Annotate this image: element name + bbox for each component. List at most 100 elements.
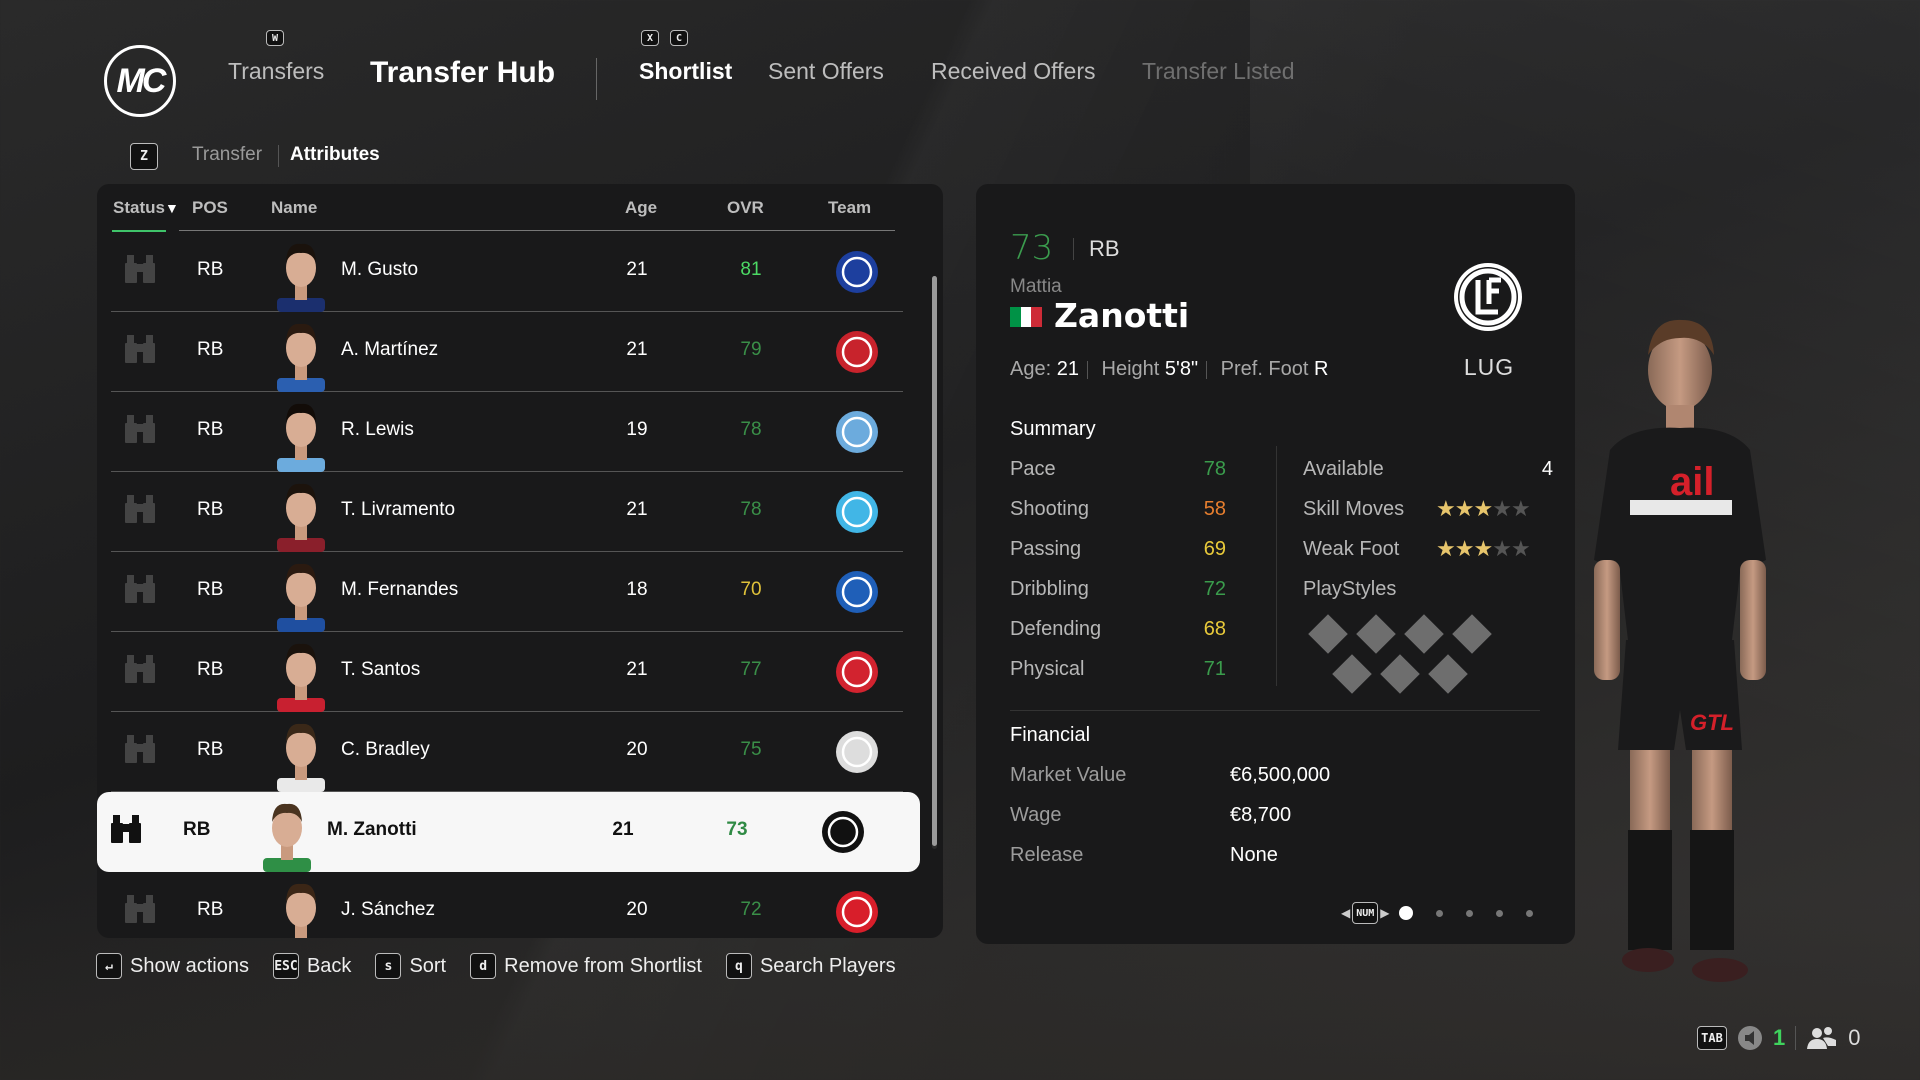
tab-received-offers[interactable]: Received Offers <box>931 58 1095 85</box>
attr-label: Physical <box>1010 658 1085 680</box>
col-age[interactable]: Age <box>625 198 657 218</box>
subnav-attributes[interactable]: Attributes <box>290 144 380 166</box>
attr-label: Passing <box>1010 538 1082 560</box>
page-dot[interactable] <box>1436 909 1444 917</box>
summary-title: Summary <box>1010 418 1096 440</box>
col-team[interactable]: Team <box>828 198 871 218</box>
page-indicator: ◀ NUM ▶ <box>1341 902 1534 924</box>
table-row[interactable]: RB M. Zanotti 21 73 <box>97 792 920 872</box>
player-3d-render: ail GTL <box>1594 319 1766 982</box>
tab-shortlist[interactable]: Shortlist <box>639 58 732 85</box>
action-search-players[interactable]: q Search Players <box>725 953 896 979</box>
table-row[interactable]: RB J. Sánchez 20 72 <box>111 872 903 938</box>
tab-key[interactable]: TAB <box>1697 1026 1727 1050</box>
tab-prev-key: X <box>641 30 659 46</box>
row-ovr: 70 <box>740 579 762 600</box>
star-empty-icon: ★ <box>1492 496 1512 521</box>
subnav-transfer[interactable]: Transfer <box>192 144 262 166</box>
attr-label: Defending <box>1010 618 1102 640</box>
action-show-actions[interactable]: ↵ Show actions <box>96 953 249 979</box>
shortlist-panel: Status▼ POS Name Age OVR Team RB M. Gust… <box>97 184 943 938</box>
row-ovr: 81 <box>740 259 762 280</box>
pager-right-icon[interactable]: ▶ <box>1380 906 1389 920</box>
binoculars-icon <box>125 895 155 923</box>
player-last-name: Zanotti <box>1054 296 1190 335</box>
nav-transfers[interactable]: Transfers <box>228 58 324 85</box>
row-ovr: 73 <box>726 819 748 840</box>
row-player-name: R. Lewis <box>341 419 414 440</box>
col-status[interactable]: Status▼ <box>113 198 179 218</box>
playstyle-slot-icon <box>1308 614 1348 654</box>
table-row[interactable]: RB A. Martínez 21 79 <box>111 312 903 392</box>
sort-indicator-icon: ▼ <box>164 200 179 216</box>
page-dot[interactable] <box>1399 906 1414 920</box>
player-portrait <box>277 643 325 712</box>
svg-text:ail: ail <box>1670 460 1714 504</box>
action-back[interactable]: ESC Back <box>272 953 351 979</box>
financial-title: Financial <box>1010 724 1091 746</box>
pager-left-icon[interactable]: ◀ <box>1341 906 1350 920</box>
chelsea-crest-icon <box>836 251 878 293</box>
binoculars-icon <box>125 495 155 523</box>
table-row[interactable]: RB M. Fernandes 18 70 <box>111 552 903 632</box>
player-ovr: 73 <box>1010 228 1054 268</box>
action-label: Search Players <box>759 954 896 977</box>
page-dot[interactable] <box>1496 909 1504 917</box>
row-player-name: M. Gusto <box>341 259 419 280</box>
action-key: ↵ <box>96 953 122 979</box>
row-ovr: 78 <box>740 419 762 440</box>
table-row[interactable]: RB M. Gusto 21 81 <box>111 232 903 312</box>
action-remove-from-shortlist[interactable]: d Remove from Shortlist <box>470 953 702 979</box>
playstyle-slot-icon <box>1356 614 1396 654</box>
star-empty-icon: ★ <box>1492 536 1512 561</box>
lille-crest-icon <box>836 651 878 693</box>
scroll-thumb[interactable] <box>932 276 937 846</box>
table-row[interactable]: RB R. Lewis 19 78 <box>111 392 903 472</box>
row-position: RB <box>197 419 224 440</box>
playstyle-slot-icon <box>1404 614 1444 654</box>
star-filled-icon: ★ <box>1454 536 1475 561</box>
table-row[interactable]: RB C. Bradley 20 75 <box>111 712 903 792</box>
page-dot[interactable] <box>1466 909 1474 917</box>
col-pos[interactable]: POS <box>192 198 228 218</box>
available-value: 4 <box>1541 458 1553 480</box>
binoculars-icon <box>125 655 155 683</box>
porto-crest-icon <box>836 571 878 613</box>
row-player-name: C. Bradley <box>341 739 430 760</box>
tab-sent-offers[interactable]: Sent Offers <box>768 58 884 85</box>
row-ovr: 77 <box>740 659 762 680</box>
playstyles-label: PlayStyles <box>1303 578 1397 600</box>
lugano-crest-icon <box>822 811 864 853</box>
table-row[interactable]: RB T. Livramento 21 78 <box>111 472 903 552</box>
action-key: s <box>375 953 402 979</box>
row-position: RB <box>197 499 224 520</box>
attr-value: 68 <box>1203 618 1226 640</box>
row-age: 18 <box>626 579 648 600</box>
row-age: 20 <box>626 899 648 920</box>
row-ovr: 79 <box>740 339 762 360</box>
tab-transfer-listed[interactable]: Transfer Listed <box>1142 58 1295 85</box>
row-position: RB <box>197 899 224 920</box>
row-player-name: M. Zanotti <box>327 819 417 840</box>
subnav-key: Z <box>130 143 158 170</box>
page-dot[interactable] <box>1526 909 1534 917</box>
star-filled-icon: ★ <box>1473 496 1493 521</box>
foot-label: Pref. Foot <box>1220 358 1309 380</box>
subnav-divider <box>278 145 279 167</box>
table-row[interactable]: RB T. Santos 21 77 <box>111 632 903 712</box>
italy-flag-icon <box>1010 307 1043 327</box>
row-position: RB <box>183 819 211 840</box>
binoculars-icon <box>111 815 141 843</box>
row-age: 19 <box>626 419 648 440</box>
binoculars-icon <box>125 575 155 603</box>
row-position: RB <box>197 579 224 600</box>
action-key: d <box>470 953 497 979</box>
col-name[interactable]: Name <box>271 198 317 218</box>
foot-value: R <box>1314 358 1329 380</box>
action-sort[interactable]: s Sort <box>375 953 446 979</box>
col-ovr[interactable]: OVR <box>727 198 764 218</box>
star-empty-icon: ★ <box>1510 536 1531 561</box>
row-player-name: T. Santos <box>341 659 421 680</box>
scrollbar[interactable] <box>932 276 937 849</box>
voice-count: 1 <box>1773 1025 1786 1050</box>
